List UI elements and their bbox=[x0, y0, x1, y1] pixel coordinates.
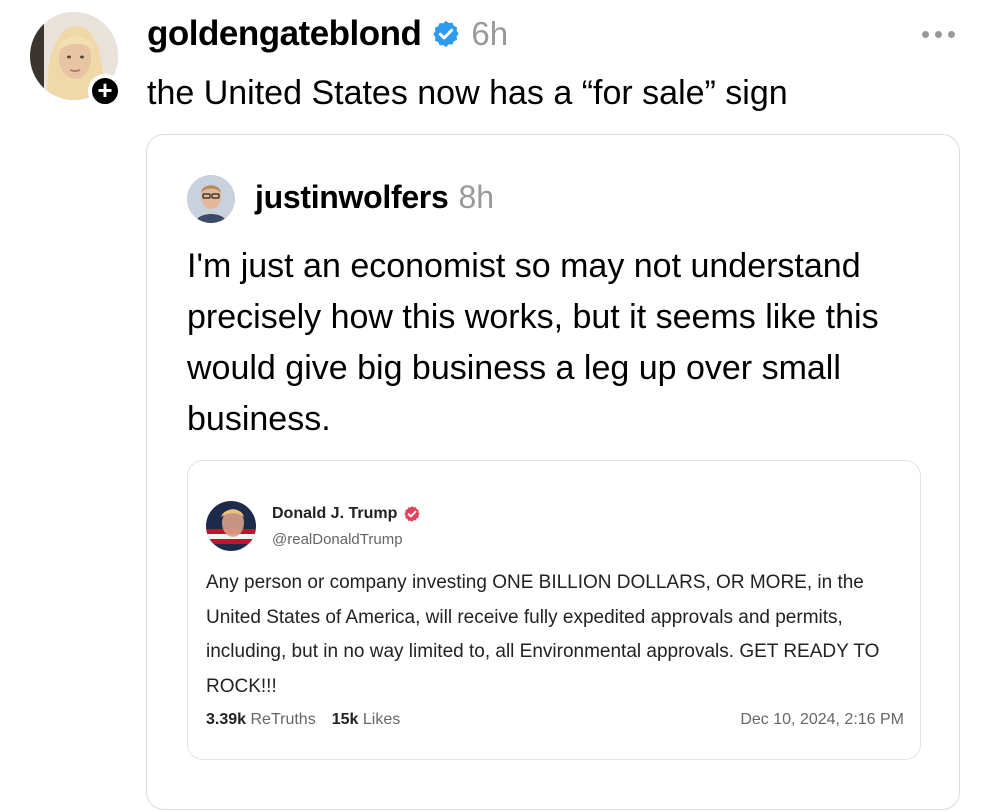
embedded-avatar-image bbox=[206, 501, 256, 551]
embedded-image-card[interactable]: Donald J. Trump @realDonaldTrump Any per… bbox=[187, 460, 921, 760]
retruths-count: 3.39k bbox=[206, 711, 247, 728]
verified-check-icon bbox=[431, 19, 461, 49]
likes-count: 15k bbox=[331, 711, 359, 728]
follow-plus-icon[interactable]: + bbox=[88, 74, 122, 108]
quoted-post-card[interactable]: justinwolfers 8h I'm just an economist s… bbox=[146, 134, 960, 810]
post-text: the United States now has a “for sale” s… bbox=[147, 74, 788, 112]
verified-badge-icon bbox=[403, 505, 421, 523]
author-avatar-wrap[interactable]: + bbox=[30, 12, 122, 108]
embedded-author-handle: @realDonaldTrump bbox=[272, 531, 403, 548]
embedded-author-name: Donald J. Trump bbox=[272, 505, 398, 522]
quoted-post-text: I'm just an economist so may not underst… bbox=[187, 247, 879, 438]
likes-label: Likes bbox=[362, 711, 401, 728]
author-username[interactable]: goldengateblond bbox=[147, 14, 422, 54]
quoted-avatar-image bbox=[187, 175, 235, 223]
quoted-author-username[interactable]: justinwolfers bbox=[255, 179, 449, 216]
quoted-author-avatar[interactable] bbox=[187, 175, 235, 223]
post-header: goldengateblond 6h bbox=[147, 14, 508, 54]
embedded-post-text: Any person or company investing ONE BILL… bbox=[206, 572, 880, 697]
embedded-post-date: Dec 10, 2024, 2:16 PM bbox=[740, 711, 904, 728]
quoted-post-timestamp: 8h bbox=[458, 179, 495, 215]
more-horizontal-icon[interactable] bbox=[922, 22, 962, 46]
retruths-label: ReTruths bbox=[250, 711, 316, 728]
embedded-name-row: Donald J. Trump bbox=[272, 505, 421, 523]
post-timestamp: 6h bbox=[471, 15, 509, 52]
likes-stat: 15k Likes bbox=[332, 711, 401, 729]
embedded-post-footer: 3.39k ReTruths 15k Likes Dec 10, 2024, 2… bbox=[206, 711, 904, 729]
thread-post: + goldengateblond 6h the United States n… bbox=[0, 0, 1000, 812]
embedded-author-avatar bbox=[206, 501, 256, 551]
retruths-stat: 3.39k ReTruths bbox=[206, 711, 316, 729]
quoted-post-header: justinwolfers 8h bbox=[255, 179, 494, 216]
